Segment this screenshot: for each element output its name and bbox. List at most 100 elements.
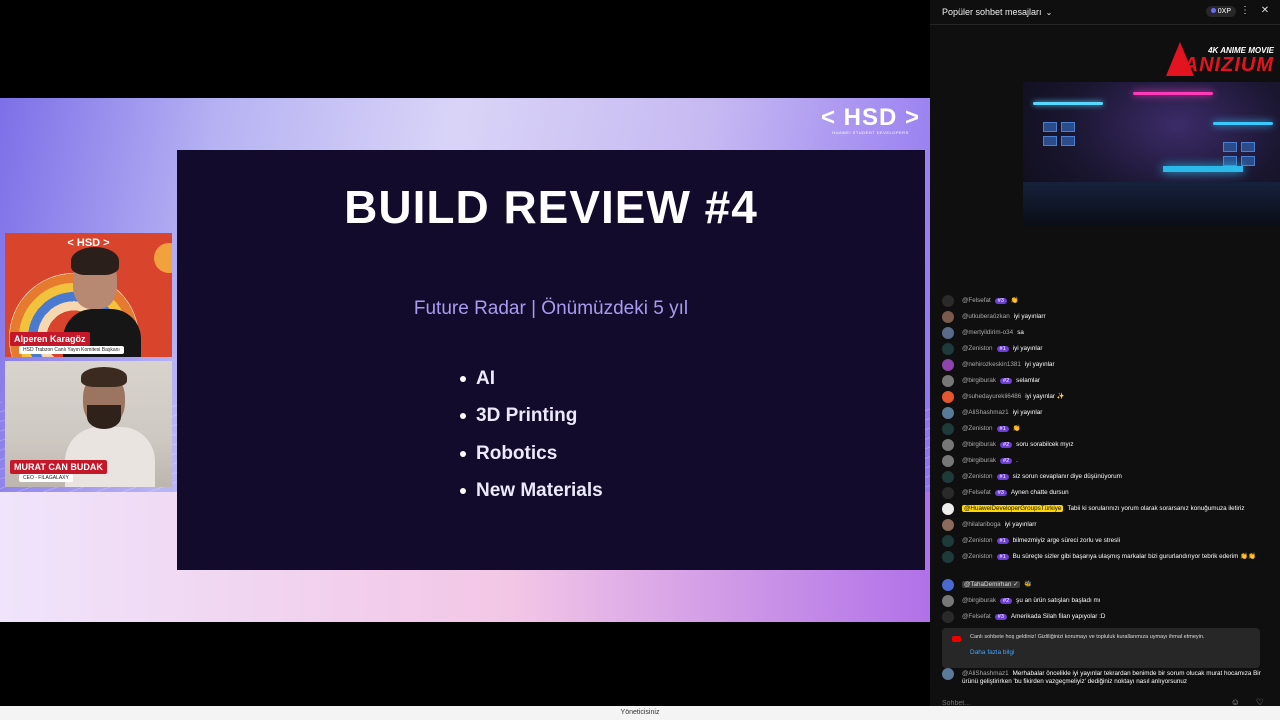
member-badge: #1 bbox=[996, 538, 1009, 544]
bullet-dot-icon bbox=[460, 375, 466, 382]
message-text: Amerikada Silah filan yapıyolar :D bbox=[1010, 613, 1106, 620]
member-badge: #1 bbox=[996, 474, 1009, 480]
chat-message: @Zeniston #1 siz sorun cevaplanır diye düş… bbox=[942, 469, 1272, 485]
chat-message: @Zeniston #1 👏 bbox=[942, 421, 1272, 437]
avatar[interactable] bbox=[942, 595, 954, 607]
chat-message: @Felsefat #3 Aynen chatte dursun bbox=[942, 485, 1272, 501]
message-text: Tabii ki sorularınızı yorum olarak sorar… bbox=[1067, 505, 1245, 512]
chat-message: @utkuberaözkan iyi yayınlarr bbox=[942, 309, 1272, 325]
learn-more-link[interactable]: Daha fazla bilgi bbox=[970, 649, 1014, 656]
message-text: Aynen chatte dursun bbox=[1010, 489, 1069, 496]
hsd-logo: < HSD > HUAWEI STUDENT DEVELOPERS bbox=[821, 104, 920, 135]
anizium-ad-logo[interactable]: 4K ANIME MOVIE ANIZIUM bbox=[1162, 40, 1278, 80]
slide-title: BUILD REVIEW #4 bbox=[344, 181, 758, 233]
member-badge: #2 bbox=[1000, 378, 1013, 384]
anizium-brand: ANIZIUM bbox=[1183, 54, 1274, 76]
avatar[interactable] bbox=[942, 471, 954, 483]
bullet-item: New Materials bbox=[460, 473, 603, 511]
avatar[interactable] bbox=[942, 487, 954, 499]
xp-badge[interactable]: 0XP bbox=[1205, 6, 1236, 17]
message-text: iyi yayınlar bbox=[1012, 409, 1043, 416]
avatar[interactable] bbox=[942, 503, 954, 515]
message-text: iyi yayınlar bbox=[1024, 361, 1055, 368]
avatar[interactable] bbox=[942, 391, 954, 403]
message-author[interactable]: @birgiburak bbox=[962, 441, 996, 448]
avatar[interactable] bbox=[942, 668, 954, 680]
message-author[interactable]: @Zeniston bbox=[962, 473, 993, 480]
avatar[interactable] bbox=[942, 327, 954, 339]
message-author[interactable]: @utkuberaözkan bbox=[962, 313, 1010, 320]
bullet-label: 3D Printing bbox=[476, 405, 578, 427]
chevron-down-icon[interactable]: ⌄ bbox=[1046, 8, 1053, 17]
message-author[interactable]: @Zeniston bbox=[962, 425, 993, 432]
member-badge: #1 bbox=[996, 346, 1009, 352]
avatar[interactable] bbox=[942, 359, 954, 371]
member-badge: #3 bbox=[994, 614, 1007, 620]
message-author[interactable]: @HuaweiDeveloperGroupsTürkiye bbox=[962, 505, 1064, 512]
chat-message: @Felsefat #3 Amerikada Silah filan yapıyol… bbox=[942, 609, 1272, 625]
youtube-icon bbox=[952, 636, 961, 642]
message-author[interactable]: @hilalariboga bbox=[962, 521, 1001, 528]
speaker-name-tag: Alperen Karagöz bbox=[10, 332, 90, 346]
message-author[interactable]: @nehirozkeskin1381 bbox=[962, 361, 1021, 368]
avatar[interactable] bbox=[942, 579, 954, 591]
avatar[interactable] bbox=[942, 551, 954, 563]
chat-message: @birgiburak #2 selamlar bbox=[942, 373, 1272, 389]
avatar[interactable] bbox=[942, 519, 954, 531]
message-author[interactable]: @AliShashmaz1 bbox=[962, 670, 1009, 677]
gaming-room-image[interactable] bbox=[1023, 82, 1280, 226]
xp-icon bbox=[1210, 8, 1216, 13]
message-text: iyi yayınlar ✨ bbox=[1025, 393, 1065, 400]
avatar[interactable] bbox=[942, 535, 954, 547]
message-author[interactable]: @Zeniston bbox=[962, 553, 993, 560]
chat-message: @AliShashmaz1 iyi yayınlar bbox=[942, 405, 1272, 421]
member-badge: #3 bbox=[994, 490, 1007, 496]
chat-message: @Felsefat #3 👏 bbox=[942, 293, 1272, 309]
avatar[interactable] bbox=[942, 611, 954, 623]
message-text: siz sorun cevaplanır diye düşünüyorum bbox=[1012, 473, 1122, 480]
avatar[interactable] bbox=[942, 295, 954, 307]
message-author[interactable]: @Zeniston bbox=[962, 537, 993, 544]
close-icon[interactable]: ✕ bbox=[1258, 5, 1272, 16]
avatar[interactable] bbox=[942, 375, 954, 387]
message-text: Bu süreçte sizler gibi başarıya ulaşmış … bbox=[1012, 553, 1256, 560]
avatar[interactable] bbox=[942, 407, 954, 419]
slide-subtitle: Future Radar | Önümüzdeki 5 yıl bbox=[413, 298, 689, 319]
chat-message: @mertyildirim-o34 sa bbox=[942, 325, 1272, 341]
message-author[interactable]: @birgiburak bbox=[962, 457, 996, 464]
message-text: bilmezmiyiz arge süreci zorlu ve stresli bbox=[1012, 537, 1121, 544]
message-text: . bbox=[1016, 457, 1018, 464]
message-author[interactable]: @Zeniston bbox=[962, 345, 993, 352]
message-author[interactable]: @birgiburak bbox=[962, 377, 996, 384]
message-text: sa bbox=[1017, 329, 1024, 336]
avatar[interactable] bbox=[942, 423, 954, 435]
message-text: şu an ürün satışları başladı mı bbox=[1016, 597, 1101, 604]
chat-message-list: @Felsefat #3 👏 @utkuberaözkan iyi yayınlarr @… bbox=[942, 293, 1272, 625]
message-author[interactable]: @mertyildirim-o34 bbox=[962, 329, 1013, 336]
message-author[interactable]: @suhedayurekli6486 bbox=[962, 393, 1021, 400]
avatar[interactable] bbox=[942, 455, 954, 467]
hsd-logo-text: < HSD > bbox=[820, 104, 920, 131]
message-text: 👏 bbox=[1012, 425, 1021, 432]
speaker-role-tag: CEO - FILAGALAXY bbox=[19, 474, 73, 482]
bullet-item: Robotics bbox=[460, 435, 603, 473]
message-text: 🐝 bbox=[1024, 581, 1033, 588]
avatar[interactable] bbox=[942, 343, 954, 355]
xp-value: 0XP bbox=[1217, 8, 1231, 15]
avatar[interactable] bbox=[942, 311, 954, 323]
chat-message: @Zeniston #1 bilmezmiyiz arge süreci zorlu… bbox=[942, 533, 1272, 549]
message-author[interactable]: @Felsefat bbox=[962, 613, 991, 620]
message-author[interactable]: @TahaDemirhan ✓ bbox=[962, 581, 1021, 588]
live-chat-panel: Popüler sohbet mesajları ⌄ 0XP ⋮ ✕ 4K AN… bbox=[930, 0, 1280, 708]
message-author[interactable]: @Felsefat bbox=[962, 489, 991, 496]
video-stage[interactable]: < HSD > HUAWEI STUDENT DEVELOPERS BUILD … bbox=[0, 0, 930, 706]
chat-mode-dropdown[interactable]: Popüler sohbet mesajları bbox=[942, 7, 1042, 17]
message-author[interactable]: @AliShashmaz1 bbox=[962, 409, 1009, 416]
speaker-role-tag: HSD Trabzon Canlı Yayın Komitesi Başkanı bbox=[19, 346, 124, 354]
speaker-camera-2: MURAT CAN BUDAK CEO - FILAGALAXY bbox=[5, 361, 172, 487]
message-author[interactable]: @Felsefat bbox=[962, 297, 991, 304]
avatar[interactable] bbox=[942, 439, 954, 451]
more-options-icon[interactable]: ⋮ bbox=[1238, 5, 1252, 16]
message-author[interactable]: @birgiburak bbox=[962, 597, 996, 604]
message-text: iyi yayınlar bbox=[1012, 345, 1043, 352]
